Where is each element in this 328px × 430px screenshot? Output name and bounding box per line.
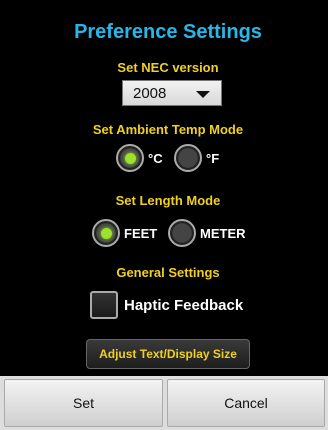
radio-unselected-dot-icon xyxy=(182,152,194,164)
set-button[interactable]: Set xyxy=(4,379,163,427)
temp-celsius-label: °C xyxy=(148,150,163,166)
length-mode-label: Set Length Mode xyxy=(115,193,221,208)
radio-selected-dot-icon xyxy=(124,152,136,164)
nec-version-dropdown[interactable]: 2008 xyxy=(122,80,222,106)
haptic-feedback-checkbox[interactable] xyxy=(90,291,118,319)
dialog-title: Preference Settings xyxy=(74,21,262,43)
length-meter-option[interactable]: METER xyxy=(168,218,246,248)
length-meter-label: METER xyxy=(200,225,246,241)
nec-version-label: Set NEC version xyxy=(117,60,219,75)
temp-celsius-option[interactable]: °C xyxy=(116,143,163,173)
nec-version-value: 2008 xyxy=(133,85,167,102)
radio-celsius[interactable] xyxy=(116,144,144,172)
temp-fahrenheit-label: °F xyxy=(206,150,220,166)
length-feet-label: FEET xyxy=(124,225,158,241)
haptic-feedback-label: Haptic Feedback xyxy=(124,297,244,314)
temp-fahrenheit-option[interactable]: °F xyxy=(174,143,219,173)
radio-meter[interactable] xyxy=(168,219,196,247)
radio-feet[interactable] xyxy=(92,219,120,247)
dropdown-arrow-icon xyxy=(196,91,210,98)
radio-unselected-dot-icon xyxy=(176,227,188,239)
cancel-button[interactable]: Cancel xyxy=(167,379,325,427)
dialog-button-bar: Set Cancel xyxy=(0,376,328,430)
radio-fahrenheit[interactable] xyxy=(174,144,202,172)
length-feet-option[interactable]: FEET xyxy=(92,218,157,248)
preference-dialog: Preference Settings Set NEC version 2008… xyxy=(8,0,328,430)
radio-selected-dot-icon xyxy=(100,227,112,239)
general-settings-label: General Settings xyxy=(116,265,220,280)
temp-mode-label: Set Ambient Temp Mode xyxy=(92,122,244,137)
adjust-text-display-size-button[interactable]: Adjust Text/Display Size xyxy=(86,339,250,369)
